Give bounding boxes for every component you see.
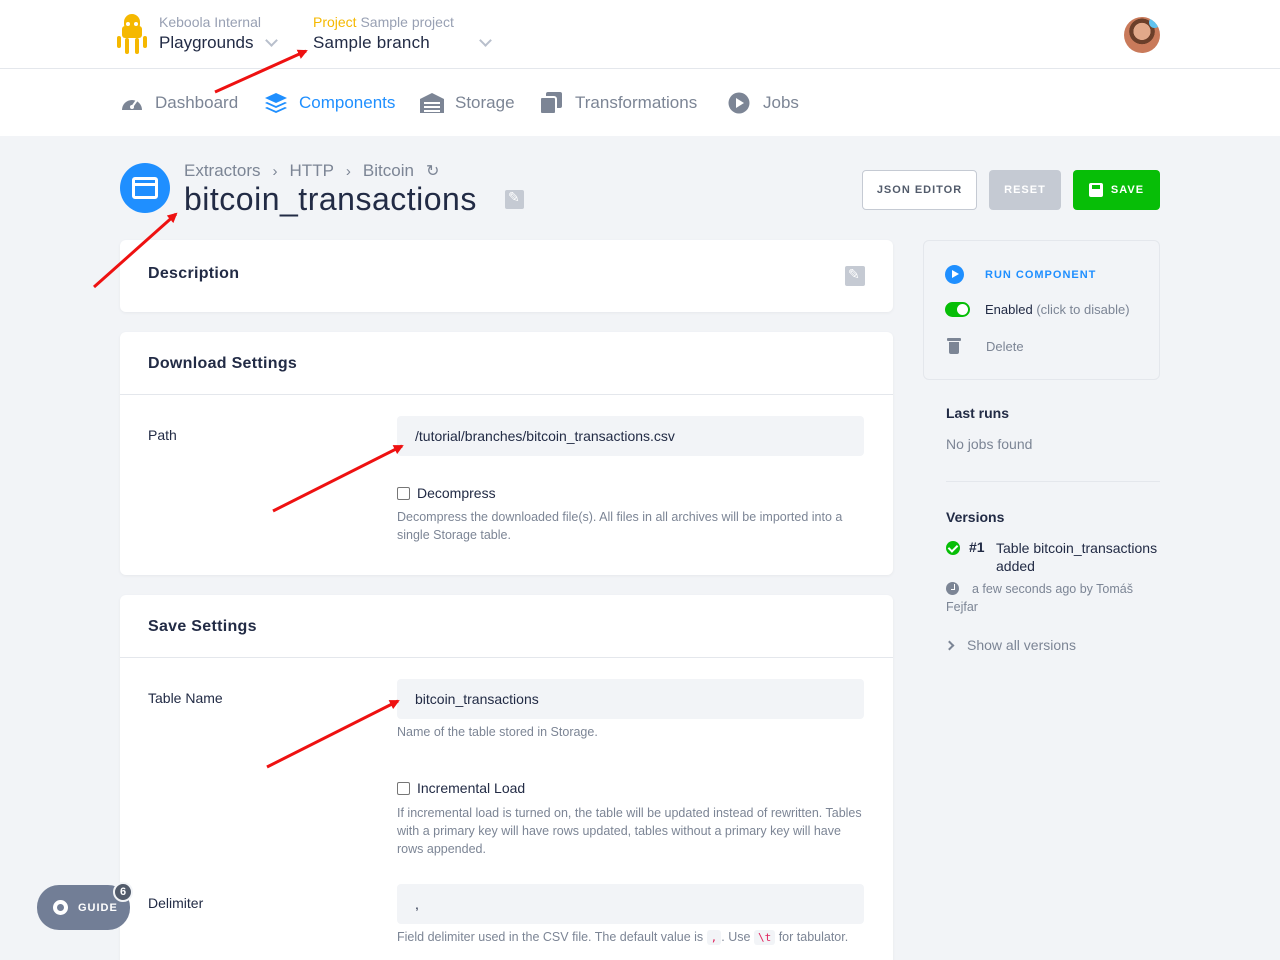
breadcrumb-extractors[interactable]: Extractors	[184, 161, 261, 181]
enabled-toggle-row[interactable]: Enabled (click to disable)	[945, 302, 1130, 317]
breadcrumb-http[interactable]: HTTP	[290, 161, 334, 181]
play-icon	[945, 265, 964, 284]
decompress-label: Decompress	[417, 485, 496, 501]
nav-item-dashboard[interactable]: Dashboard	[120, 91, 238, 115]
code-comma: ,	[706, 930, 722, 945]
chevron-down-icon	[479, 34, 492, 47]
main-nav: Dashboard Components Storage Transformat…	[0, 69, 1280, 136]
divider	[946, 481, 1160, 482]
lifebuoy-icon	[53, 900, 68, 915]
version-text[interactable]: Table bitcoin_transactions added	[996, 539, 1164, 575]
save-settings-title: Save Settings	[148, 618, 257, 635]
enabled-label: Enabled	[985, 302, 1033, 317]
run-component-button[interactable]: RUN COMPONENT	[945, 265, 1096, 284]
nav-item-storage[interactable]: Storage	[420, 91, 515, 115]
download-settings-title: Download Settings	[148, 355, 298, 372]
project-branch-selector[interactable]: Project Sample project Sample branch	[313, 14, 492, 53]
trash-icon	[947, 338, 961, 354]
description-card: Description	[120, 240, 893, 312]
project-prefix: Project	[313, 14, 357, 30]
breadcrumb: Extractors › HTTP › Bitcoin ↻	[184, 161, 439, 181]
guide-count-badge: 6	[113, 882, 133, 902]
component-actions-box: RUN COMPONENT Enabled (click to disable)…	[923, 240, 1160, 380]
delimiter-help: Field delimiter used in the CSV file. Th…	[397, 930, 849, 945]
nav-item-components[interactable]: Components	[264, 91, 395, 115]
nav-item-transformations[interactable]: Transformations	[540, 91, 697, 115]
description-title: Description	[148, 265, 240, 282]
chevron-right-icon	[944, 640, 955, 650]
incremental-load-checkbox[interactable]	[397, 781, 410, 795]
nav-item-jobs[interactable]: Jobs	[728, 91, 799, 115]
table-name-help: Name of the table stored in Storage.	[397, 725, 598, 739]
incremental-load-checkbox-row[interactable]: Incremental Load	[397, 780, 525, 796]
component-icon	[120, 163, 170, 213]
show-all-versions-link[interactable]: Show all versions	[944, 637, 1076, 653]
delete-button[interactable]: Delete	[945, 338, 1024, 354]
path-label: Path	[148, 427, 177, 443]
json-editor-button[interactable]: JSON EDITOR	[862, 170, 977, 210]
page-title: bitcoin_transactions	[184, 181, 477, 217]
table-name-input[interactable]: bitcoin_transactions	[397, 679, 864, 719]
edit-description-icon[interactable]	[845, 266, 865, 286]
chevron-down-icon	[265, 34, 278, 47]
top-header: Keboola Internal Playgrounds Project Sam…	[0, 0, 1280, 69]
chevron-right-icon: ›	[272, 162, 278, 180]
warehouse-icon	[420, 93, 444, 113]
decompress-checkbox[interactable]	[397, 486, 410, 500]
layers-icon	[265, 93, 287, 113]
save-button[interactable]: SAVE	[1073, 170, 1160, 210]
enabled-toggle[interactable]	[945, 302, 970, 317]
copy-icon	[540, 92, 562, 114]
enabled-hint: (click to disable)	[1036, 302, 1130, 317]
decompress-checkbox-row[interactable]: Decompress	[397, 485, 496, 501]
avatar[interactable]	[1124, 17, 1160, 53]
save-settings-card: Save Settings Table Name bitcoin_transac…	[120, 595, 893, 960]
branch-name: Sample branch	[313, 33, 430, 52]
versions-title: Versions	[946, 509, 1005, 525]
org-name: Playgrounds	[159, 33, 254, 52]
download-settings-card: Download Settings Path /tutorial/branche…	[120, 332, 893, 575]
save-button-label: SAVE	[1110, 184, 1145, 196]
delimiter-label: Delimiter	[148, 895, 204, 911]
version-number: #1	[969, 539, 985, 555]
incremental-load-label: Incremental Load	[417, 780, 526, 796]
path-input[interactable]: /tutorial/branches/bitcoin_transactions.…	[397, 416, 864, 456]
code-tab: \t	[753, 930, 776, 945]
org-label: Keboola Internal	[159, 14, 261, 30]
reset-button[interactable]: RESET	[989, 170, 1061, 210]
check-circle-icon	[946, 541, 960, 555]
notification-dot	[1149, 17, 1160, 28]
project-name: Sample project	[360, 14, 454, 30]
floppy-disk-icon	[1088, 183, 1103, 197]
decompress-help: Decompress the downloaded file(s). All f…	[397, 510, 843, 542]
breadcrumb-bitcoin[interactable]: Bitcoin	[363, 161, 414, 181]
play-circle-icon	[728, 92, 750, 114]
delete-label: Delete	[986, 338, 1024, 354]
last-runs-title: Last runs	[946, 405, 1010, 421]
window-icon	[132, 177, 158, 199]
keboola-logo-icon[interactable]	[117, 14, 147, 56]
guide-label: GUIDE	[78, 901, 118, 914]
gauge-icon	[122, 99, 142, 110]
delimiter-input[interactable]: ,	[397, 884, 864, 924]
refresh-icon[interactable]: ↻	[426, 161, 439, 181]
version-meta: a few seconds ago by Tomáš Fejfar	[946, 582, 1133, 614]
organization-selector[interactable]: Keboola Internal Playgrounds	[159, 14, 278, 53]
table-name-label: Table Name	[148, 690, 223, 706]
incremental-load-help: If incremental load is turned on, the ta…	[397, 806, 862, 856]
last-runs-empty: No jobs found	[946, 436, 1033, 452]
chevron-right-icon: ›	[345, 162, 351, 180]
edit-title-icon[interactable]	[505, 189, 524, 209]
